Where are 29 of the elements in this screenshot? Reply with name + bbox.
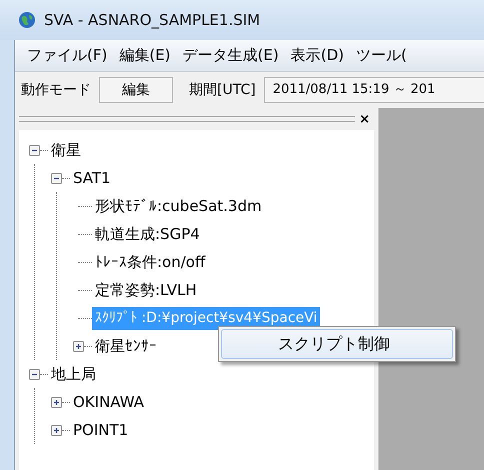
tree-item[interactable]: POINT1 <box>70 418 132 442</box>
mode-label: 動作モード <box>21 80 91 100</box>
tree-item[interactable]: 定常姿勢:LVLH <box>92 278 200 302</box>
expand-icon[interactable] <box>51 396 62 408</box>
app-globe-icon <box>18 11 36 29</box>
collapse-icon[interactable] <box>51 172 62 184</box>
tree-item[interactable]: 形状ﾓﾃﾞﾙ:cubeSat.3dm <box>92 194 265 218</box>
period-label: 期間[UTC] <box>189 80 256 100</box>
tree-item[interactable]: 衛星 <box>48 138 84 162</box>
period-field[interactable]: 2011/08/11 15:19 ～ 201 <box>264 77 484 103</box>
collapse-icon[interactable] <box>29 368 40 380</box>
mode-field[interactable]: 編集 <box>99 77 173 103</box>
close-button[interactable]: × <box>355 112 374 126</box>
menu-item[interactable]: ツール( <box>350 44 413 67</box>
tree-item[interactable]: SAT1 <box>70 166 114 190</box>
menu-item[interactable]: 表示(D) <box>284 44 350 67</box>
tree-item[interactable]: 地上局 <box>48 362 99 386</box>
expand-icon[interactable] <box>51 424 62 436</box>
expand-icon[interactable] <box>73 340 84 352</box>
window-title: SVA - ASNARO_SAMPLE1.SIM <box>44 10 260 31</box>
tree-item[interactable]: 軌道生成:SGP4 <box>92 222 203 246</box>
menu-item[interactable]: 編集(E) <box>113 44 177 67</box>
tree-item[interactable]: OKINAWA <box>70 390 148 414</box>
tree-item[interactable]: ﾄﾚｰｽ条件:on/off <box>92 250 208 274</box>
collapse-icon[interactable] <box>29 144 40 156</box>
menu-item[interactable]: ファイル(F) <box>21 44 114 67</box>
menu-item[interactable]: データ生成(E) <box>176 44 285 67</box>
tree-item[interactable]: 衛星ｾﾝｻｰ <box>92 334 160 358</box>
context-menu-item[interactable]: スクリプト制御 <box>221 329 453 359</box>
